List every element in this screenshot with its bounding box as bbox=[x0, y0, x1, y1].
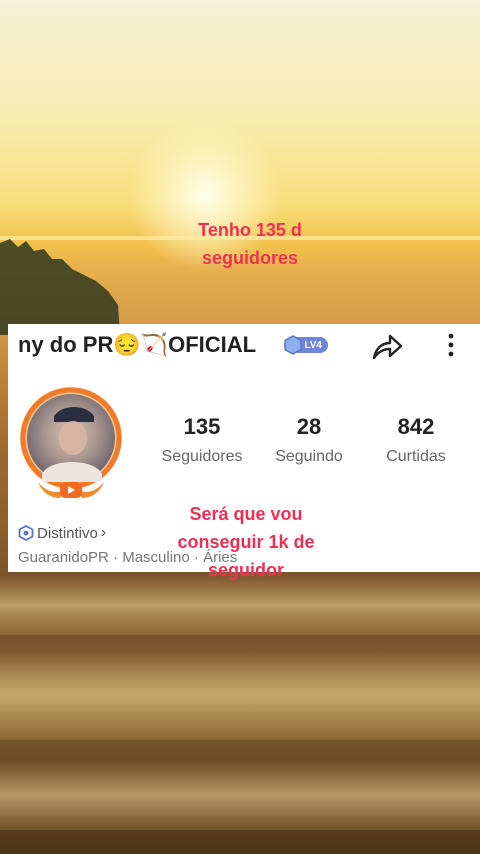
profile-name: ny do PR😔🏹OFICIAL bbox=[18, 332, 257, 357]
stat-followers[interactable]: 135 Seguidores bbox=[147, 414, 257, 466]
stat-following[interactable]: 28 Seguindo bbox=[254, 414, 364, 466]
wave-foam-3 bbox=[0, 760, 480, 830]
wave-foam-1 bbox=[0, 575, 480, 635]
overlay-caption-middle-line2: conseguir 1k de bbox=[177, 532, 315, 552]
level-badge: LV4 bbox=[284, 335, 328, 355]
overlay-caption-top-line2: seguidores bbox=[201, 248, 299, 268]
overlay-caption-middle: Será que vou conseguir 1k de seguidor bbox=[160, 500, 332, 584]
share-arrow-icon[interactable] bbox=[370, 330, 404, 362]
stat-likes-label: Curtidas bbox=[386, 448, 446, 465]
avatar[interactable] bbox=[16, 386, 126, 504]
badge-hexagon-icon bbox=[18, 525, 34, 541]
wave-foam-2 bbox=[0, 650, 480, 740]
badge-label: Distintivo bbox=[37, 524, 98, 542]
stat-likes[interactable]: 842 Curtidas bbox=[361, 414, 471, 466]
overlay-caption-middle-line3: seguidor bbox=[207, 560, 284, 580]
tree-silhouette bbox=[0, 239, 120, 335]
stat-following-label: Seguindo bbox=[275, 448, 343, 465]
stat-following-value: 28 bbox=[296, 414, 322, 439]
stat-followers-label: Seguidores bbox=[161, 448, 243, 465]
stat-likes-value: 842 bbox=[397, 414, 435, 439]
vertical-dots-icon[interactable] bbox=[442, 330, 460, 362]
badge-chevron-icon: › bbox=[100, 524, 107, 541]
level-hexagon-icon bbox=[284, 335, 302, 355]
overlay-caption-middle-line1: Será que vou bbox=[189, 504, 303, 524]
avatar-frame bbox=[20, 387, 122, 498]
level-badge-label: LV4 bbox=[304, 339, 322, 351]
overlay-caption-top: Tenho 135 d seguidores bbox=[180, 216, 320, 272]
overlay-caption-top-line1: Tenho 135 d bbox=[198, 220, 302, 240]
stat-followers-value: 135 bbox=[183, 414, 221, 439]
badge-link[interactable]: Distintivo › bbox=[18, 524, 106, 542]
